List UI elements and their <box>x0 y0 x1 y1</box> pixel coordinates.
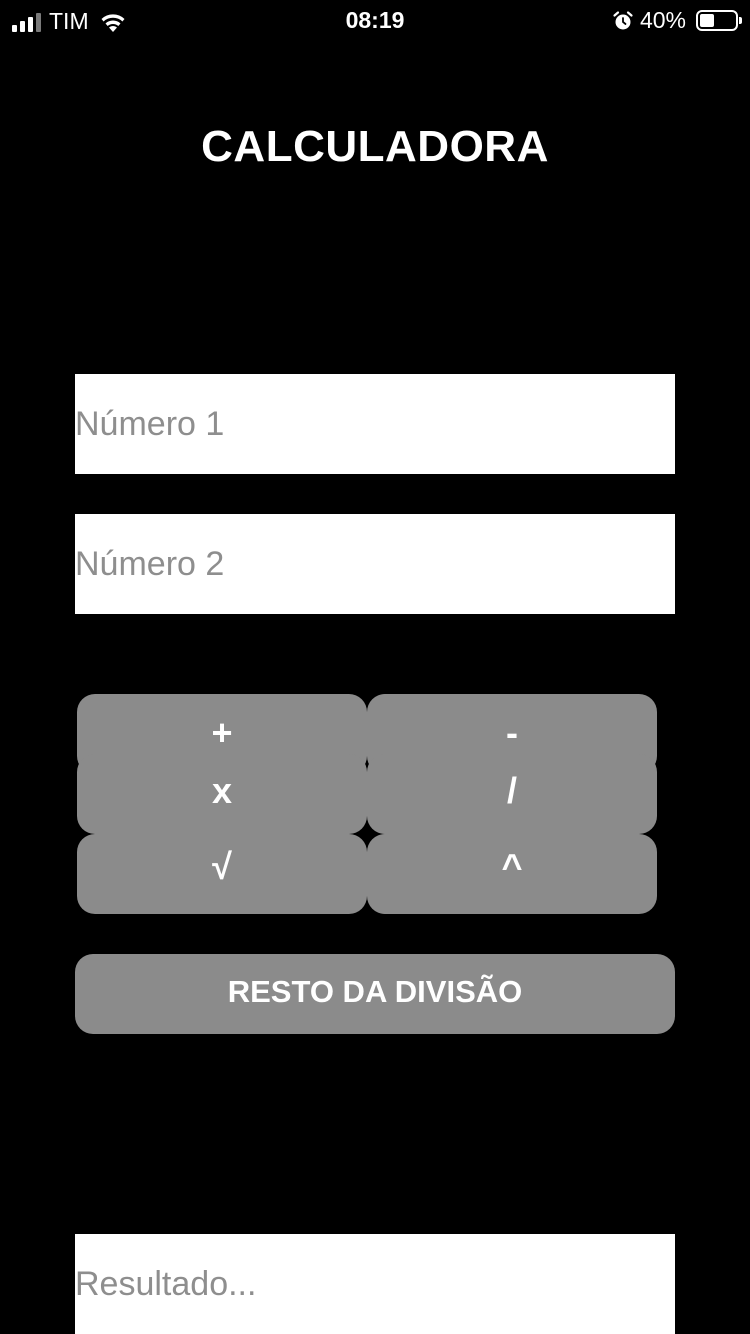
battery-fill <box>700 14 714 27</box>
alarm-icon <box>613 10 633 29</box>
modulo-button[interactable]: RESTO DA DIVISÃO <box>75 954 675 1034</box>
status-bar-right: 40% <box>612 7 742 34</box>
battery-icon <box>696 10 742 31</box>
multiply-button-label: x <box>211 770 233 811</box>
power-button-label: ^ <box>501 846 523 887</box>
number2-input[interactable] <box>75 514 675 614</box>
power-button[interactable]: ^ <box>367 834 657 914</box>
divide-button-label: / <box>506 770 517 811</box>
status-bar: TIM 08:19 40% <box>0 0 750 40</box>
sqrt-button-label: √ <box>212 846 232 887</box>
page-title: CALCULADORA <box>201 122 549 171</box>
subtract-button-label: - <box>506 712 518 753</box>
divide-button[interactable]: / <box>367 754 657 834</box>
sqrt-button[interactable]: √ <box>77 834 367 914</box>
multiply-button[interactable]: x <box>77 754 367 834</box>
add-button-label: + <box>211 712 233 753</box>
modulo-button-label: RESTO DA DIVISÃO <box>227 974 523 1009</box>
number1-input[interactable] <box>75 374 675 474</box>
battery-percentage: 40% <box>639 7 686 33</box>
result-field[interactable] <box>75 1234 675 1334</box>
